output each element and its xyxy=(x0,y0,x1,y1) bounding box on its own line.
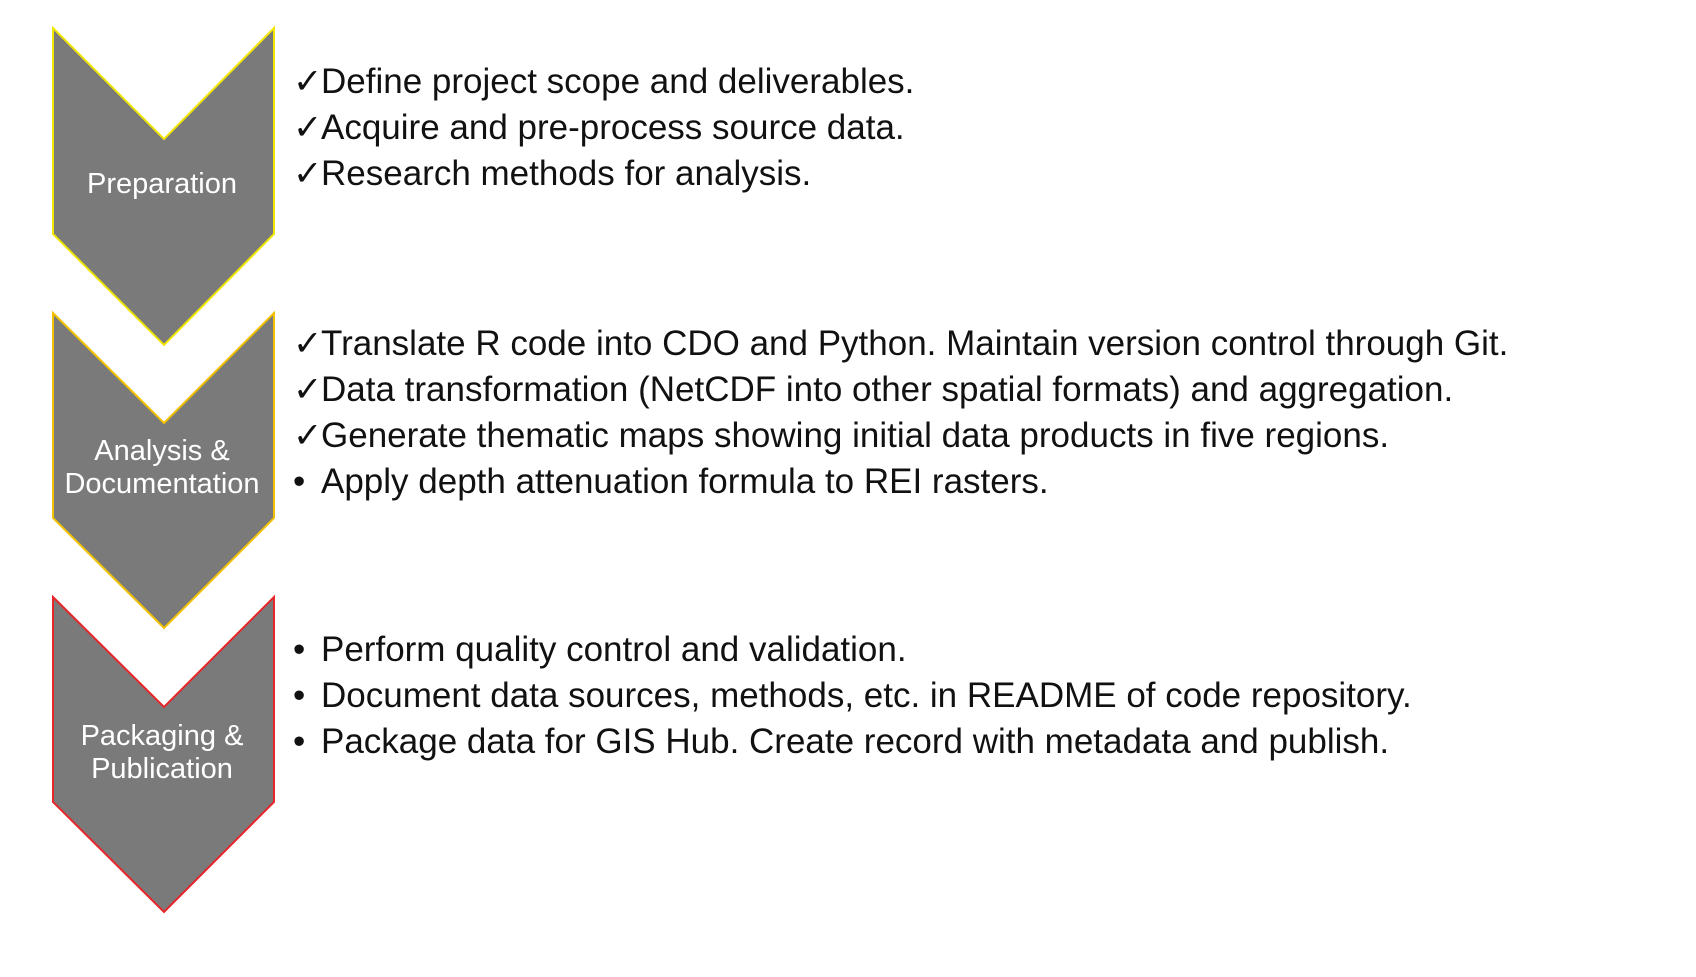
task-item: • Document data sources, methods, etc. in… xyxy=(293,673,1412,719)
bullet-icon: • xyxy=(293,722,306,761)
task-text: Define project scope and deliverables. xyxy=(321,62,915,101)
task-item: ✓Define project scope and deliverables. xyxy=(293,59,914,105)
task-item: • Perform quality control and validation. xyxy=(293,627,1412,673)
task-text: Acquire and pre-process source data. xyxy=(321,108,905,147)
task-text: Apply depth attenuation formula to REI r… xyxy=(321,462,1049,501)
task-item: ✓Acquire and pre-process source data. xyxy=(293,105,914,151)
bullet-icon: • xyxy=(293,676,306,715)
task-item: ✓Generate thematic maps showing initial … xyxy=(293,413,1508,459)
check-icon: ✓ xyxy=(293,370,323,409)
task-item: ✓Data transformation (NetCDF into other … xyxy=(293,367,1508,413)
task-text: Research methods for analysis. xyxy=(321,154,812,193)
task-text: Data transformation (NetCDF into other s… xyxy=(321,370,1454,409)
task-text: Document data sources, methods, etc. in … xyxy=(321,676,1412,715)
task-item: ✓Research methods for analysis. xyxy=(293,151,914,197)
task-text: Package data for GIS Hub. Create record … xyxy=(321,722,1390,761)
task-item: • Package data for GIS Hub. Create record… xyxy=(293,719,1412,765)
task-list-preparation: ✓Define project scope and deliverables. … xyxy=(293,59,914,197)
task-item: ✓Translate R code into CDO and Python. M… xyxy=(293,321,1508,367)
check-icon: ✓ xyxy=(293,154,323,193)
task-text: Generate thematic maps showing initial d… xyxy=(321,416,1390,455)
check-icon: ✓ xyxy=(293,324,323,363)
task-list-packaging-publication: • Perform quality control and validation.… xyxy=(293,627,1412,765)
bullet-icon: • xyxy=(293,630,306,669)
check-icon: ✓ xyxy=(293,416,323,455)
task-text: Translate R code into CDO and Python. Ma… xyxy=(321,324,1509,363)
task-item: • Apply depth attenuation formula to REI … xyxy=(293,459,1508,505)
task-list-analysis-documentation: ✓Translate R code into CDO and Python. M… xyxy=(293,321,1508,505)
phase-label-packaging-publication: Packaging & Publication xyxy=(80,720,244,785)
check-icon: ✓ xyxy=(293,108,323,147)
task-text: Perform quality control and validation. xyxy=(321,630,907,669)
bullet-icon: • xyxy=(293,462,306,501)
check-icon: ✓ xyxy=(293,62,323,101)
